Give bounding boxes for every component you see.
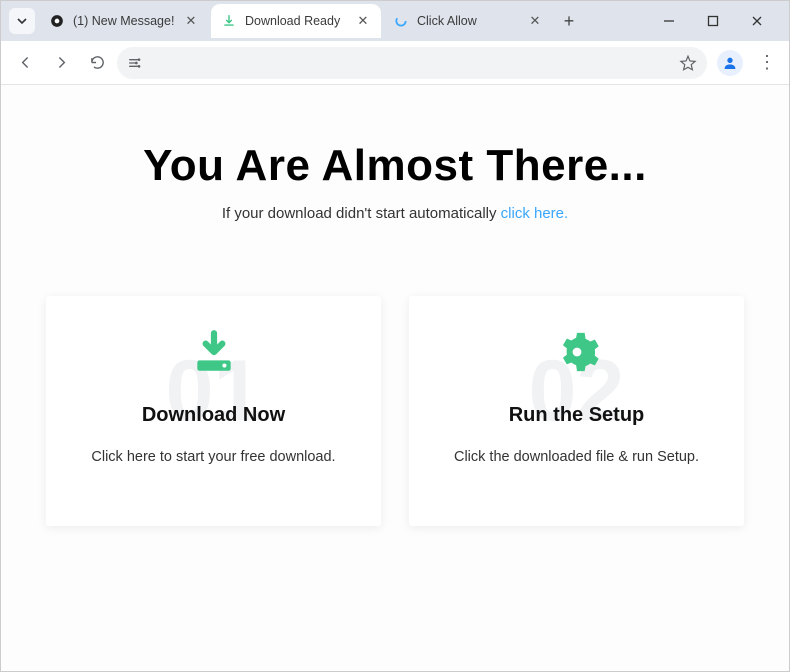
tab-2-close-icon[interactable]: ✕ [355, 13, 371, 29]
tab-3[interactable]: Click Allow ✕ [383, 4, 553, 38]
gear-icon [429, 322, 724, 382]
back-button[interactable] [9, 47, 41, 79]
tab-1[interactable]: (1) New Message! ✕ [39, 4, 209, 38]
subtext-prefix: If your download didn't start automatica… [222, 205, 501, 222]
click-here-link[interactable]: click here. [501, 205, 569, 222]
tab-1-close-icon[interactable]: ✕ [183, 13, 199, 29]
download-arrow-icon [66, 322, 361, 382]
site-settings-icon[interactable] [127, 55, 143, 71]
cards-row: 01 Download Now Click here to start your… [1, 296, 789, 526]
address-input[interactable] [151, 55, 671, 70]
hero: You Are Almost There... If your download… [1, 85, 789, 222]
loading-icon [393, 13, 409, 29]
bookmark-icon[interactable] [679, 54, 697, 72]
close-window-button[interactable] [743, 7, 771, 35]
bell-icon [49, 13, 65, 29]
page-subtext: If your download didn't start automatica… [1, 205, 789, 222]
tab-3-title: Click Allow [417, 14, 527, 28]
tab-2-title: Download Ready [245, 14, 355, 28]
card-2-desc: Click the downloaded file & run Setup. [429, 449, 724, 465]
download-icon [221, 13, 237, 29]
page-heading: You Are Almost There... [1, 141, 789, 191]
tab-3-close-icon[interactable]: ✕ [527, 13, 543, 29]
minimize-button[interactable] [655, 7, 683, 35]
page-content: You Are Almost There... If your download… [1, 85, 789, 671]
tab-2[interactable]: Download Ready ✕ [211, 4, 381, 38]
download-card[interactable]: 01 Download Now Click here to start your… [46, 296, 381, 526]
forward-button[interactable] [45, 47, 77, 79]
menu-button[interactable]: ⋮ [753, 52, 781, 73]
toolbar: ⋮ [1, 41, 789, 85]
reload-button[interactable] [81, 47, 113, 79]
card-2-title: Run the Setup [429, 404, 724, 427]
card-1-title: Download Now [66, 404, 361, 427]
tab-1-title: (1) New Message! [73, 14, 183, 28]
new-tab-button[interactable]: + [555, 7, 583, 35]
card-1-desc: Click here to start your free download. [66, 449, 361, 465]
profile-button[interactable] [717, 50, 743, 76]
maximize-button[interactable] [699, 7, 727, 35]
titlebar: (1) New Message! ✕ Download Ready ✕ Clic… [1, 1, 789, 41]
window-controls [655, 7, 785, 35]
address-bar[interactable] [117, 47, 707, 79]
setup-card[interactable]: 02 Run the Setup Click the downloaded fi… [409, 296, 744, 526]
tab-search-button[interactable] [9, 8, 35, 34]
